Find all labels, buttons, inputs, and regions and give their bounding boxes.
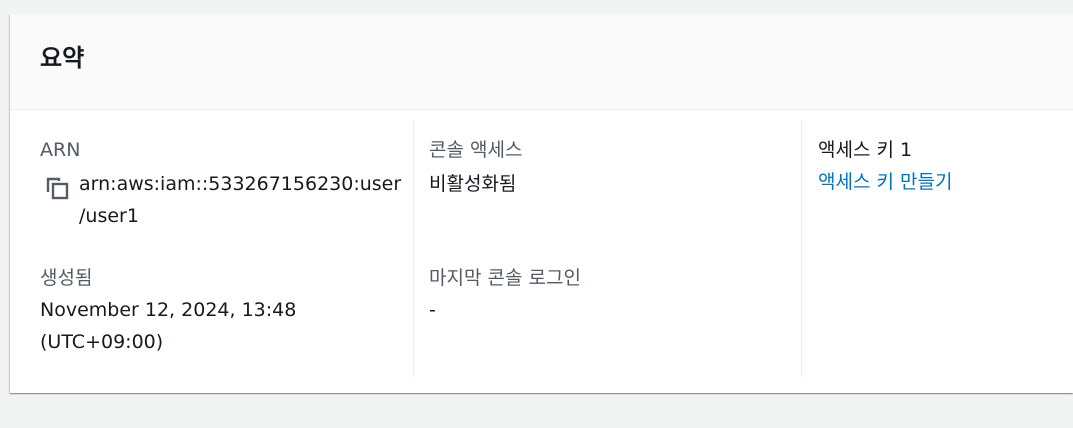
created-value: November 12, 2024, 13:48 (UTC+09:00) — [40, 294, 296, 358]
created-label: 생성됨 — [40, 267, 93, 289]
access-key-label: 액세스 키 1 — [818, 139, 913, 161]
summary-header: 요약 — [10, 14, 1073, 110]
console-access-value: 비활성화됨 — [429, 173, 517, 195]
arn-value-line2: /user1 — [79, 205, 139, 227]
console-access-label: 콘솔 액세스 — [429, 139, 523, 161]
summary-column-1: ARN arn:aws:iam::533267156230:user /user… — [40, 120, 412, 377]
copy-icon[interactable] — [45, 176, 69, 200]
summary-panel: 요약 ARN arn:aws:iam::533267156230:user /u… — [10, 14, 1073, 393]
arn-value-line1: arn:aws:iam::533267156230:user — [79, 173, 402, 195]
created-value-line1: November 12, 2024, 13:48 — [40, 299, 297, 321]
arn-label: ARN — [40, 139, 81, 161]
last-console-login-value: - — [429, 299, 436, 321]
summary-column-3: 액세스 키 1 액세스 키 만들기 — [801, 120, 1073, 377]
create-access-key-link[interactable]: 액세스 키 만들기 — [818, 169, 952, 195]
last-console-login-label: 마지막 콘솔 로그인 — [429, 267, 581, 289]
created-value-line2: (UTC+09:00) — [40, 331, 164, 353]
arn-value: arn:aws:iam::533267156230:user /user1 — [79, 168, 409, 232]
summary-title: 요약 — [40, 44, 85, 72]
summary-column-2: 콘솔 액세스 비활성화됨 마지막 콘솔 로그인 - — [413, 120, 803, 377]
